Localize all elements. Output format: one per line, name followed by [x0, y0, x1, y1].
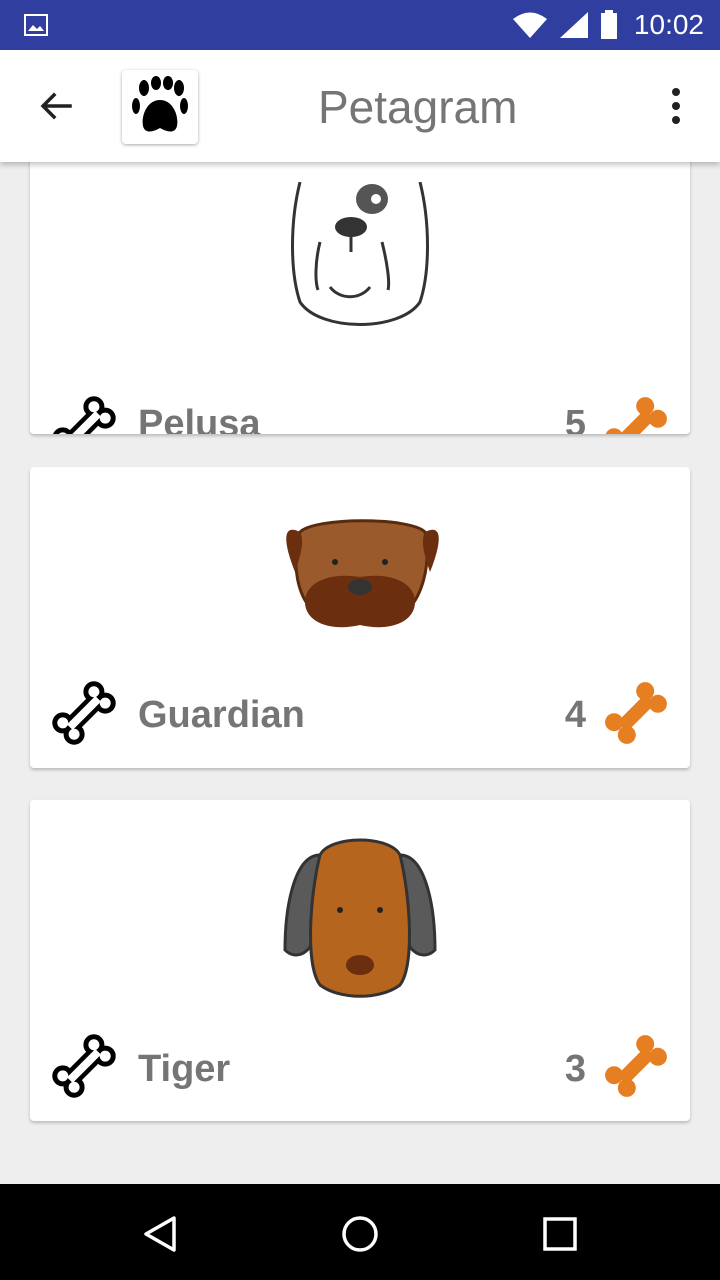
pet-card: Tiger 3 [30, 800, 690, 1121]
pet-name: Tiger [138, 1048, 231, 1090]
bone-rating-icon [605, 1035, 667, 1097]
pet-photo [291, 182, 429, 326]
app-bar: Petagram [0, 50, 720, 162]
back-arrow-icon[interactable] [34, 84, 78, 128]
pet-list[interactable]: Pelusa 5 Guardian 4 Tiger 3 [0, 162, 720, 1184]
pet-name: Guardian [138, 694, 305, 736]
like-count: 4 [564, 694, 586, 736]
clock: 10:02 [633, 9, 704, 40]
bone-like-icon[interactable] [48, 677, 120, 749]
paw-icon [132, 76, 188, 132]
pet-photo [283, 838, 437, 998]
like-count: 5 [564, 403, 586, 434]
bone-rating-icon [605, 682, 667, 744]
battery-icon [600, 10, 617, 39]
overflow-menu-icon[interactable] [660, 84, 692, 128]
like-count: 3 [564, 1048, 586, 1090]
pet-name: Pelusa [138, 403, 261, 434]
bone-rating-icon [605, 397, 667, 434]
nav-back-icon[interactable] [138, 1212, 182, 1256]
system-nav-bar [0, 1184, 720, 1280]
cell-signal-icon [559, 12, 588, 38]
app-title: Petagram [318, 81, 518, 133]
bone-like-icon[interactable] [48, 392, 120, 434]
pet-card: Guardian 4 [30, 467, 690, 768]
image-notification-icon [24, 14, 48, 36]
bone-like-icon[interactable] [48, 1030, 120, 1102]
app-logo [122, 70, 198, 144]
wifi-icon [512, 12, 547, 38]
pet-card: Pelusa 5 [30, 162, 690, 434]
status-bar: 10:02 [0, 0, 720, 50]
nav-recents-icon[interactable] [538, 1212, 582, 1256]
pet-photo [286, 519, 439, 628]
nav-home-icon[interactable] [338, 1212, 382, 1256]
